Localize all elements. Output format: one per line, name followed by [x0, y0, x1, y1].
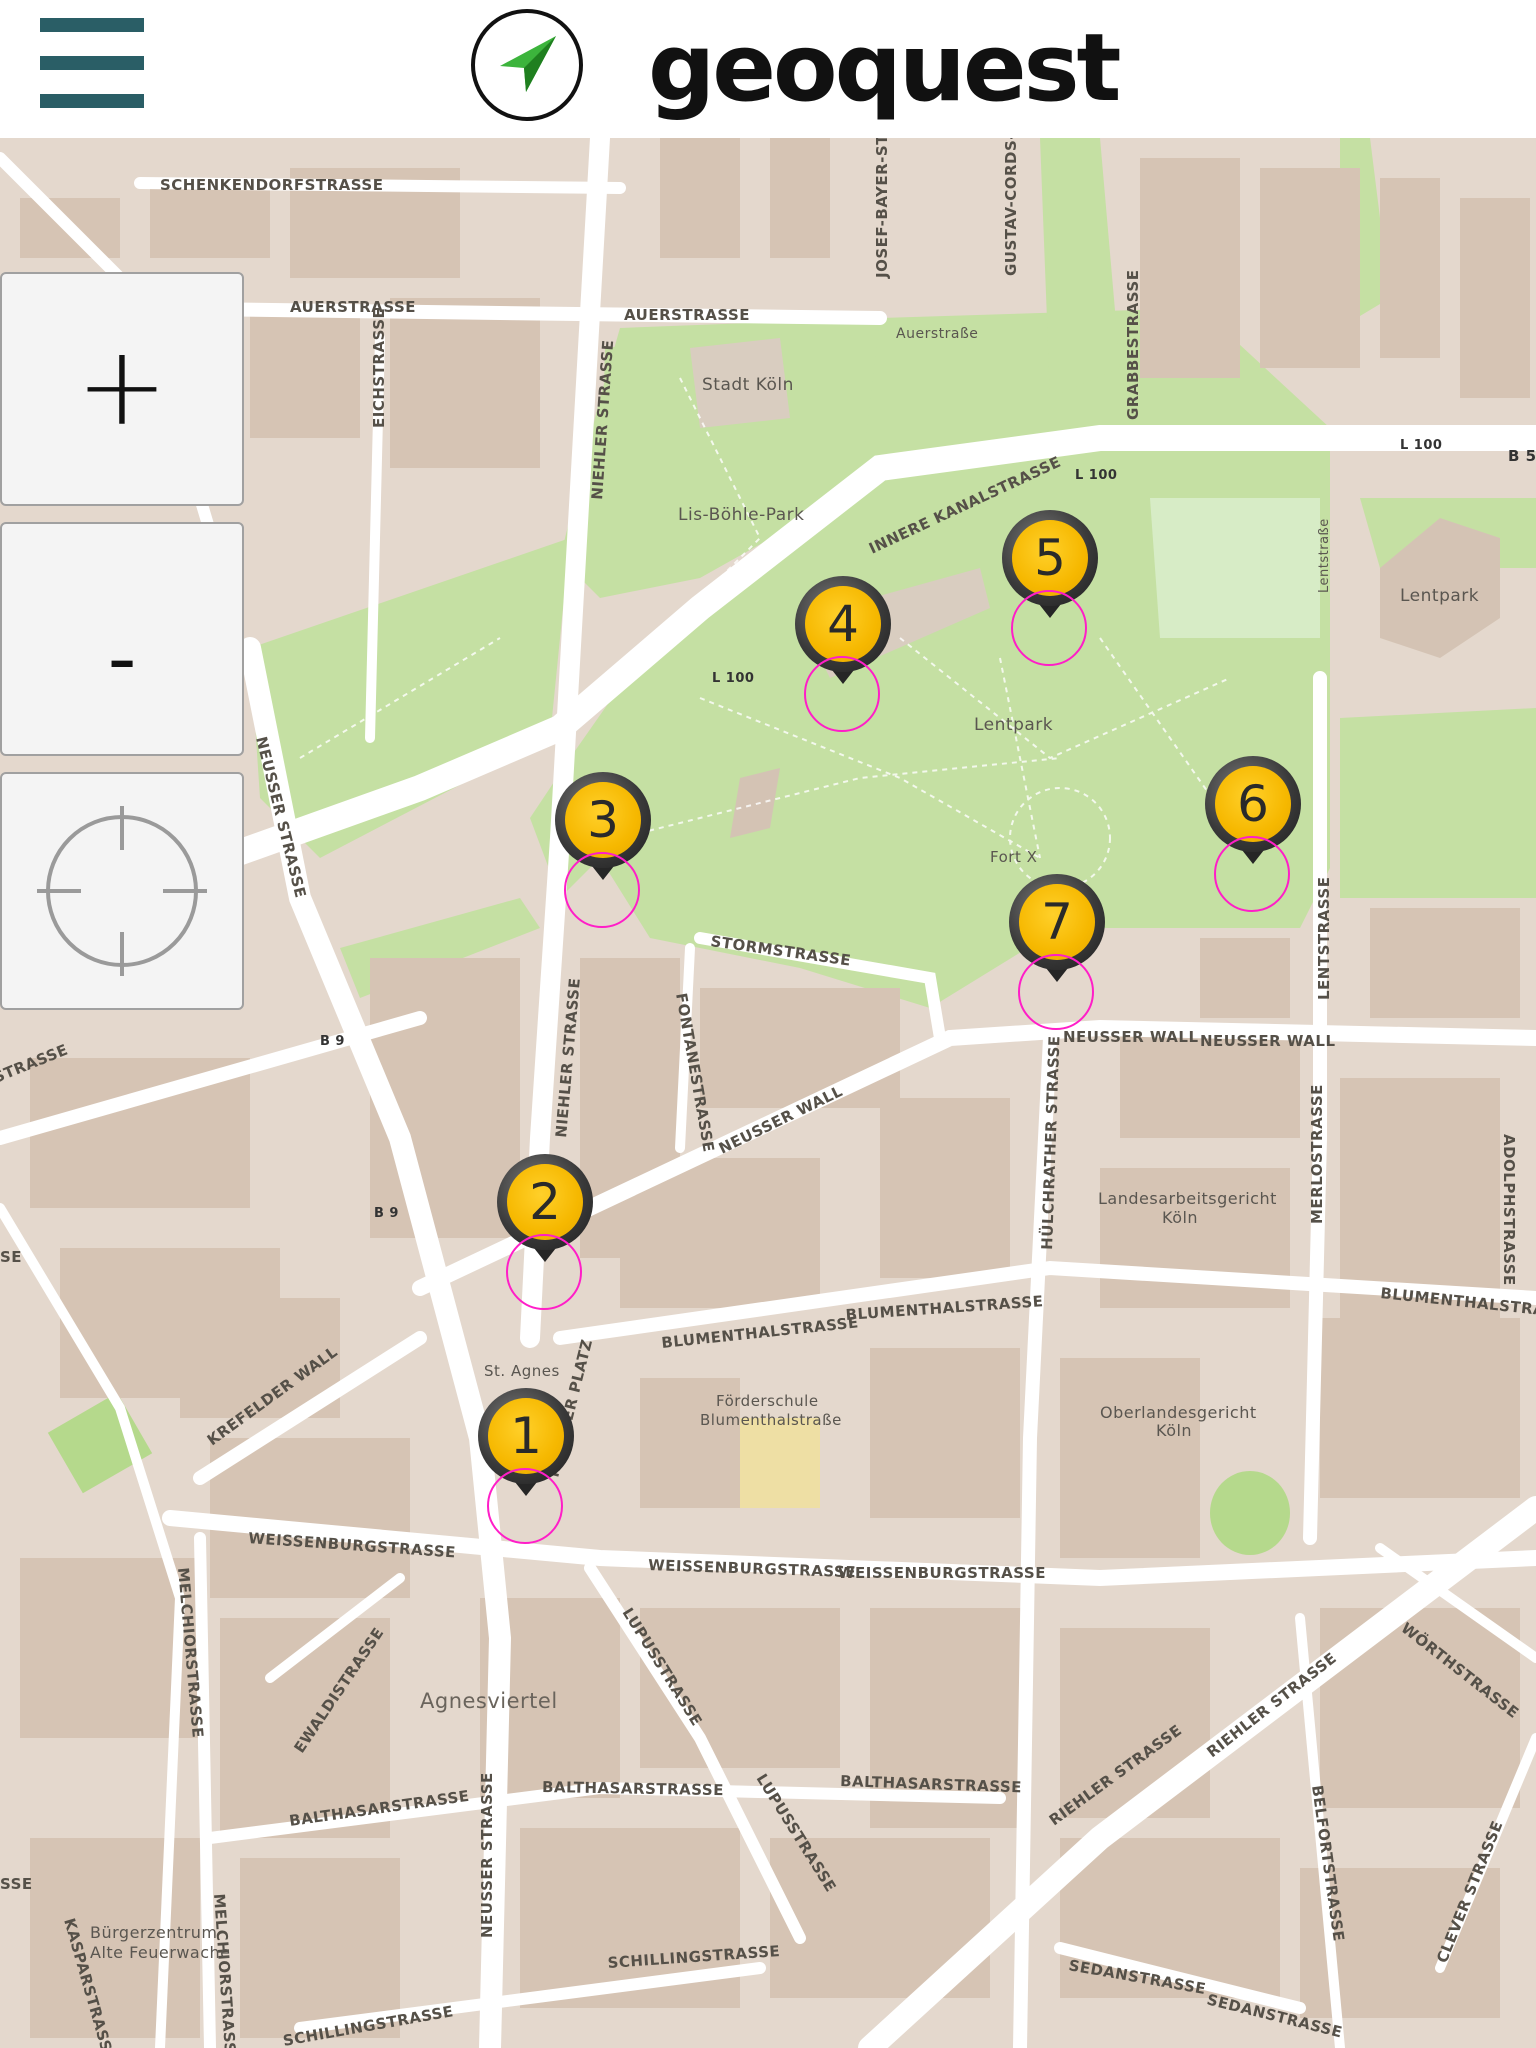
label-adolphstrasse: ADOLPHSTRASSE [1500, 1134, 1518, 1286]
marker-anchor-ring [1214, 836, 1290, 912]
label-merlostrasse: MERLOSTRASSE [1308, 1084, 1326, 1224]
label-koeln-1: Köln [1162, 1208, 1198, 1227]
label-grabbestrasse: GRABBESTRASSE [1124, 270, 1142, 420]
marker-number: 4 [827, 595, 859, 653]
quest-marker-3[interactable]: 3 [555, 772, 651, 928]
label-b9-a: B 9 [320, 1034, 345, 1049]
label-foerderschule-1: Förderschule [716, 1392, 819, 1410]
marker-anchor-ring [487, 1468, 563, 1544]
plus-icon: + [75, 322, 169, 450]
label-neusser-wall-1: NEUSSER WALL [1063, 1028, 1199, 1046]
label-fort-x: Fort X [990, 848, 1037, 866]
label-buergerzentrum-2: Alte Feuerwache [90, 1943, 231, 1962]
label-auerstrasse-w: AUERSTRASSE [290, 298, 416, 316]
quest-marker-4[interactable]: 4 [795, 576, 891, 732]
label-b55: B 55 [1508, 447, 1536, 465]
label-auerstrasse-small: Auerstraße [896, 326, 978, 342]
minus-icon: - [107, 612, 137, 705]
quest-marker-2[interactable]: 2 [497, 1154, 593, 1310]
marker-number: 2 [529, 1173, 561, 1231]
marker-number: 5 [1034, 529, 1066, 587]
marker-anchor-ring [804, 656, 880, 732]
marker-number: 6 [1237, 775, 1269, 833]
label-balthasarstrasse-2: BALTHASARSTRASSE [542, 1778, 724, 1799]
label-lentpark-small: Lentpark [1400, 586, 1479, 606]
app-header: geoquest [0, 0, 1536, 138]
label-agnesviertel: Agnesviertel [420, 1689, 558, 1713]
label-sse-left: SSE [0, 1875, 33, 1893]
label-foerderschule-2: Blumenthalstraße [700, 1411, 842, 1429]
label-b9-b: B 9 [374, 1206, 399, 1221]
label-lentstrasse: LENTSTRASSE [1315, 877, 1333, 1000]
menu-bar [40, 56, 144, 70]
locate-me-button[interactable] [0, 772, 244, 1010]
label-oberlandesgericht: Oberlandesgericht [1100, 1403, 1257, 1422]
label-schenkendorfstrasse: SCHENKENDORFSTRASSE [160, 176, 383, 194]
label-lentpark: Lentpark [974, 715, 1053, 735]
quest-marker-6[interactable]: 6 [1205, 756, 1301, 912]
label-buergerzentrum-1: Bürgerzentrum [90, 1923, 217, 1942]
marker-anchor-ring [1018, 954, 1094, 1030]
quest-marker-5[interactable]: 5 [1002, 510, 1098, 666]
zoom-in-button[interactable]: + [0, 272, 244, 506]
navigation-arrow-icon [471, 9, 583, 121]
app-title: geoquest [648, 14, 1121, 123]
label-l100-a: L 100 [1075, 468, 1117, 483]
label-josef-bayer: JOSEF-BAYER-STR. [873, 138, 891, 279]
marker-anchor-ring [1011, 590, 1087, 666]
label-eichstrasse: EICHSTRASSE [370, 308, 388, 428]
quest-marker-1[interactable]: 1 [478, 1388, 574, 1544]
marker-number: 1 [510, 1407, 542, 1465]
menu-bar [40, 94, 144, 108]
marker-anchor-ring [506, 1234, 582, 1310]
label-neusser-wall-2: NEUSSER WALL [1200, 1032, 1336, 1050]
label-l100-c: L 100 [712, 671, 754, 686]
label-auerstrasse-e: AUERSTRASSE [624, 306, 750, 324]
crosshair-icon [37, 806, 207, 976]
label-st-agnes: St. Agnes [484, 1362, 560, 1380]
label-se-left: SE [0, 1248, 22, 1266]
label-landesarbeitsgericht: Landesarbeitsgericht [1098, 1189, 1277, 1208]
zoom-out-button[interactable]: - [0, 522, 244, 756]
quest-marker-7[interactable]: 7 [1009, 874, 1105, 1030]
marker-number: 3 [587, 791, 619, 849]
label-lentstrasse-small: Lentstraße [1317, 518, 1332, 593]
label-l100-b: L 100 [1400, 438, 1442, 453]
label-weissenburgstrasse-3: WEISSENBURGSTRASSE [838, 1564, 1046, 1582]
menu-bar [40, 18, 144, 32]
label-neusser-strasse-s: NEUSSER STRASSE [478, 1772, 496, 1938]
label-koeln-2: Köln [1156, 1421, 1192, 1440]
marker-anchor-ring [564, 852, 640, 928]
label-lis-boehle-park: Lis-Böhle-Park [678, 505, 804, 525]
marker-number: 7 [1041, 893, 1073, 951]
label-gustav-cords: GUSTAV-CORDS-S. [1002, 138, 1020, 276]
hamburger-menu-icon[interactable] [40, 18, 146, 108]
label-stadt-koeln: Stadt Köln [702, 375, 794, 395]
